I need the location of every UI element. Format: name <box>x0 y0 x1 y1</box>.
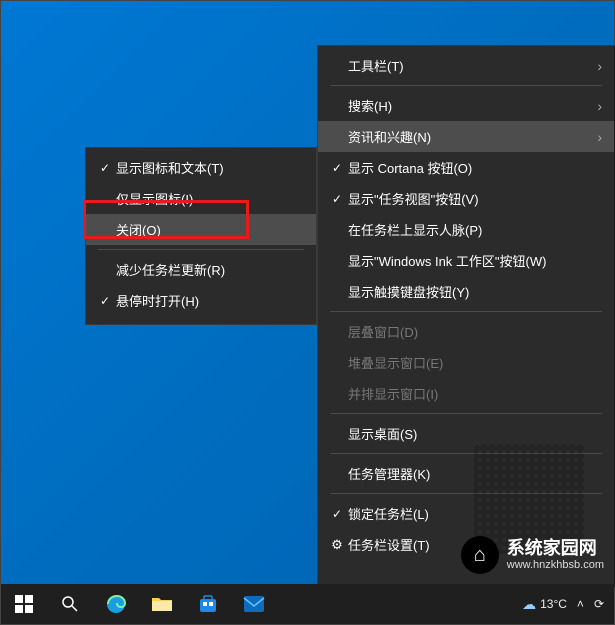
store-icon <box>198 594 218 614</box>
menu-item-label: 显示 Cortana 按钮(O) <box>348 158 602 177</box>
news-interests-submenu: ✓ 显示图标和文本(T) 仅显示图标(I) 关闭(O) 减少任务栏更新(R) ✓… <box>85 147 317 325</box>
folder-icon <box>151 595 173 613</box>
chevron-right-icon: › <box>591 98 602 114</box>
taskbar-app-mail[interactable] <box>231 584 277 624</box>
menu-item-label: 在任务栏上显示人脉(P) <box>348 220 602 239</box>
edge-icon <box>105 593 127 615</box>
submenu-item-off[interactable]: 关闭(O) <box>86 214 316 245</box>
menu-item-search[interactable]: 搜索(H) › <box>318 90 614 121</box>
menu-item-label: 堆叠显示窗口(E) <box>348 353 602 372</box>
menu-item-taskview[interactable]: ✓ 显示"任务视图"按钮(V) <box>318 183 614 214</box>
weather-icon: ☁ <box>522 596 536 613</box>
gear-icon: ⚙ <box>326 537 348 553</box>
submenu-item-hover-open[interactable]: ✓ 悬停时打开(H) <box>86 285 316 316</box>
check-icon: ✓ <box>326 161 348 175</box>
submenu-item-reduce-updates[interactable]: 减少任务栏更新(R) <box>86 254 316 285</box>
menu-item-label: 悬停时打开(H) <box>116 291 304 310</box>
taskbar-app-edge[interactable] <box>93 584 139 624</box>
menu-item-label: 显示触摸键盘按钮(Y) <box>348 282 602 301</box>
menu-separator <box>330 413 602 414</box>
windows-icon <box>15 595 33 613</box>
menu-item-news-interests[interactable]: 资讯和兴趣(N) › <box>318 121 614 152</box>
check-icon: ✓ <box>326 192 348 206</box>
menu-item-label: 资讯和兴趣(N) <box>348 127 591 146</box>
watermark-title: 系统家园网 <box>507 538 604 560</box>
weather-widget[interactable]: ☁ 13°C <box>522 596 567 613</box>
menu-item-sidebyside: 并排显示窗口(I) <box>318 378 614 409</box>
menu-item-label: 显示"任务视图"按钮(V) <box>348 189 602 208</box>
search-button[interactable] <box>47 584 93 624</box>
menu-item-cortana[interactable]: ✓ 显示 Cortana 按钮(O) <box>318 152 614 183</box>
tray-overflow-button[interactable]: ˄ <box>577 597 584 611</box>
check-icon: ✓ <box>94 294 116 308</box>
watermark-logo-icon: ⌂ <box>461 536 499 574</box>
taskbar-app-explorer[interactable] <box>139 584 185 624</box>
chevron-right-icon: › <box>591 58 602 74</box>
taskbar: ☁ 13°C ˄ ⟳ <box>1 584 614 624</box>
menu-item-label: 显示桌面(S) <box>348 424 602 443</box>
menu-separator <box>98 249 304 250</box>
menu-item-label: 显示图标和文本(T) <box>116 158 304 177</box>
menu-item-label: 层叠窗口(D) <box>348 322 602 341</box>
menu-item-label: 工具栏(T) <box>348 56 591 75</box>
menu-item-label: 显示"Windows Ink 工作区"按钮(W) <box>348 251 602 270</box>
submenu-item-icon-only[interactable]: 仅显示图标(I) <box>86 183 316 214</box>
menu-separator <box>330 311 602 312</box>
menu-item-label: 减少任务栏更新(R) <box>116 260 304 279</box>
check-icon: ✓ <box>326 507 348 521</box>
menu-item-touchkb[interactable]: 显示触摸键盘按钮(Y) <box>318 276 614 307</box>
watermark: ⌂ 系统家园网 www.hnzkhbsb.com <box>461 536 604 574</box>
menu-item-label: 仅显示图标(I) <box>116 189 304 208</box>
menu-item-label: 并排显示窗口(I) <box>348 384 602 403</box>
menu-item-label: 关闭(O) <box>116 220 304 239</box>
chevron-right-icon: › <box>591 129 602 145</box>
submenu-item-icon-and-text[interactable]: ✓ 显示图标和文本(T) <box>86 152 316 183</box>
menu-item-people[interactable]: 在任务栏上显示人脉(P) <box>318 214 614 245</box>
menu-item-cascade: 层叠窗口(D) <box>318 316 614 347</box>
taskbar-left <box>1 584 277 624</box>
watermark-url: www.hnzkhbsb.com <box>507 559 604 572</box>
search-icon <box>61 595 79 613</box>
menu-item-toolbar[interactable]: 工具栏(T) › <box>318 50 614 81</box>
weather-temp: 13°C <box>540 597 567 611</box>
mail-icon <box>243 595 265 613</box>
menu-item-label: 搜索(H) <box>348 96 591 115</box>
tray-icon-generic[interactable]: ⟳ <box>594 597 604 611</box>
taskbar-right: ☁ 13°C ˄ ⟳ <box>522 596 614 613</box>
menu-separator <box>330 85 602 86</box>
menu-item-stacked: 堆叠显示窗口(E) <box>318 347 614 378</box>
start-button[interactable] <box>1 584 47 624</box>
taskbar-app-store[interactable] <box>185 584 231 624</box>
check-icon: ✓ <box>94 161 116 175</box>
menu-item-ink[interactable]: 显示"Windows Ink 工作区"按钮(W) <box>318 245 614 276</box>
